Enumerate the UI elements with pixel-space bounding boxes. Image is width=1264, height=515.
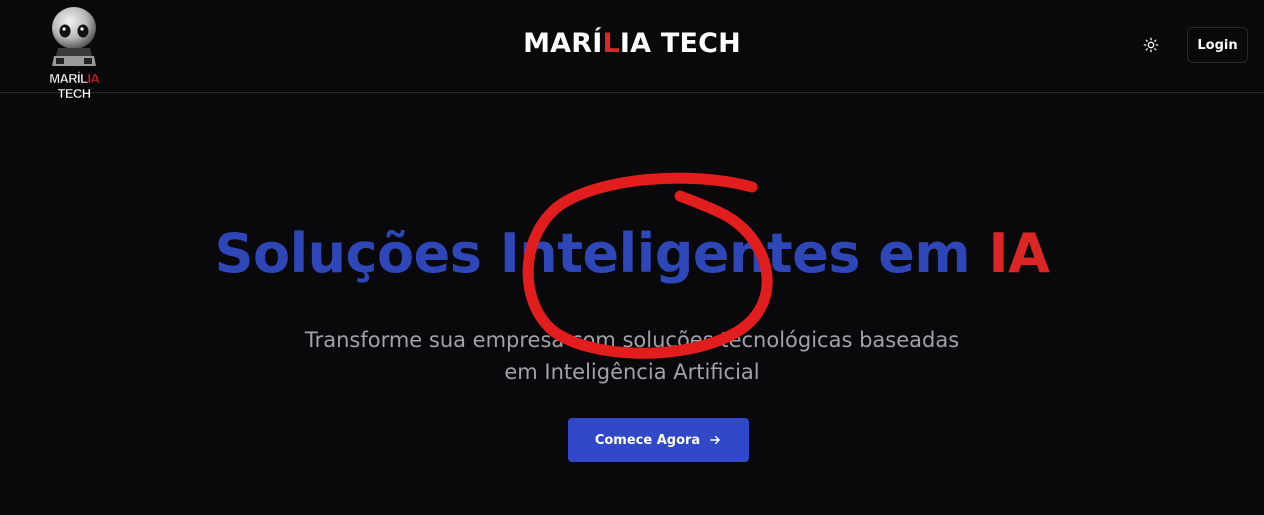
theme-toggle-button[interactable] [1136,30,1166,60]
hero-title: Soluções Inteligentes em IA [0,222,1264,285]
hero-title-main: Soluções Inteligentes em [214,222,989,285]
brand-title: MARÍLIA TECH [0,28,1264,59]
arrow-right-icon [710,435,720,445]
login-button[interactable]: Login [1187,27,1248,63]
brand-part1: MARÍ [523,28,603,59]
hero-title-accent: IA [988,222,1050,285]
get-started-button[interactable]: Comece Agora [568,418,749,462]
cta-label: Comece Agora [594,432,701,448]
sun-icon [1143,37,1159,53]
brand-part2: IA TECH [619,28,741,59]
logo-text: MARÍLIA TECH [49,71,100,101]
hero-subtitle: Transforme sua empresa com soluções tecn… [304,328,960,384]
site-header: MARÍLIA TECH MARÍLIA TECH Login [0,0,1264,101]
brand-accent: L [602,28,620,59]
